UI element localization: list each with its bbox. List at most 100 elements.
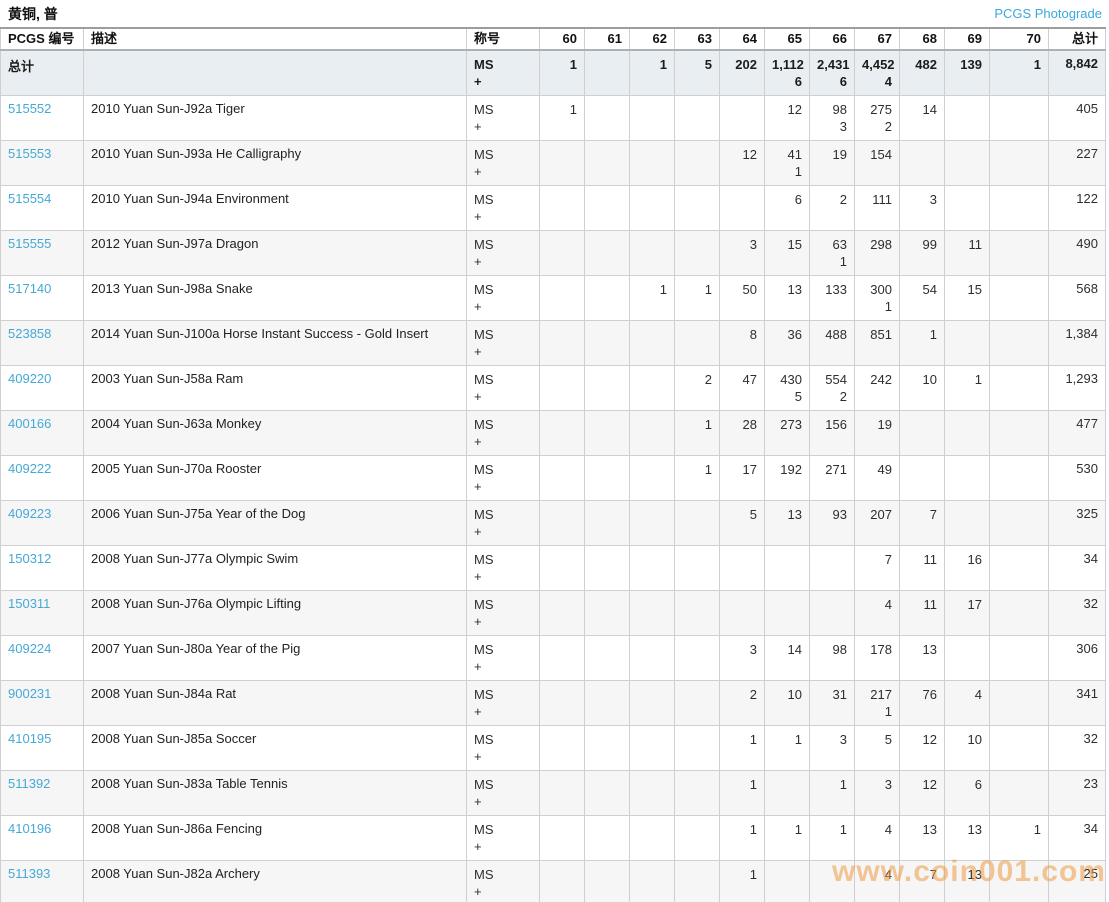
grade-ms-count — [592, 191, 622, 208]
grade-ms-count: 63 — [832, 237, 847, 252]
grade-plus-count — [727, 118, 757, 135]
grade-cell — [539, 770, 585, 816]
grade-plus-count — [682, 748, 712, 765]
grade-ms-count — [592, 101, 622, 118]
pcgs-id-link[interactable]: 511392 — [8, 776, 50, 791]
column-header-13: 70 — [989, 27, 1049, 51]
pcgs-id-link[interactable]: 515552 — [8, 101, 51, 116]
pcgs-id-link[interactable]: 400166 — [8, 416, 51, 431]
row-total-cell: 341 — [1048, 680, 1106, 726]
pcgs-id-link[interactable]: 409220 — [8, 371, 51, 386]
grade-ms-count — [547, 191, 577, 208]
grade-ms-count — [682, 191, 712, 208]
grade-cell: 271 — [809, 455, 855, 501]
grade-plus-count — [727, 568, 757, 585]
grade-cell — [629, 815, 675, 861]
pcgs-id-link[interactable]: 511393 — [8, 866, 50, 881]
pcgs-id-link[interactable]: 150312 — [8, 551, 51, 566]
grade-cell — [989, 230, 1049, 276]
photograde-link[interactable]: PCGS Photograde — [994, 6, 1102, 21]
grade-cell — [989, 635, 1049, 681]
grade-ms-count — [997, 551, 1041, 568]
grade-cell — [674, 680, 720, 726]
table-row: 409220 2003 Yuan Sun-J58a Ram MS +2 47 430 5 55… — [0, 365, 1106, 411]
grade-plus-count — [592, 433, 622, 450]
grade-ms-count: 4 — [884, 867, 892, 882]
grade-plus-count — [637, 703, 667, 720]
column-header-7: 64 — [719, 27, 765, 51]
grade-ms-count — [907, 146, 937, 163]
row-total-cell: 32 — [1048, 725, 1106, 771]
grade-ms-count: 554 — [825, 372, 847, 387]
designation-ms: MS — [474, 102, 494, 117]
grade-ms-count: 202 — [735, 57, 757, 72]
designation-plus: + — [474, 794, 482, 809]
grade-ms-count: 1 — [704, 282, 712, 297]
pcgs-id-link[interactable]: 515555 — [8, 236, 51, 251]
pcgs-id-link[interactable]: 409222 — [8, 461, 51, 476]
designation-ms: MS — [474, 732, 494, 747]
grade-plus-count — [727, 883, 757, 900]
grade-plus-count — [547, 568, 577, 585]
grade-plus-count — [952, 253, 982, 270]
grade-cell — [629, 500, 675, 546]
grade-cell — [539, 815, 585, 861]
grade-ms-count: 1 — [929, 327, 937, 342]
grade-cell: 851 — [854, 320, 900, 366]
grade-plus-count — [727, 433, 757, 450]
grade-cell: 14 — [899, 95, 945, 141]
grade-ms-count — [727, 596, 757, 613]
designation-ms: MS — [474, 822, 494, 837]
pcgs-id-link[interactable]: 150311 — [8, 596, 50, 611]
grade-plus-count — [682, 73, 712, 90]
grade-plus-count — [772, 253, 802, 270]
designation-plus: + — [474, 524, 482, 539]
grade-plus-count — [817, 433, 847, 450]
pcgs-id-link[interactable]: 900231 — [8, 686, 51, 701]
grade-ms-count — [547, 596, 577, 613]
pcgs-id-link[interactable]: 410195 — [8, 731, 51, 746]
grade-ms-count: 1 — [749, 822, 757, 837]
grade-cell: 242 — [854, 365, 900, 411]
pcgs-id-link[interactable]: 410196 — [8, 821, 51, 836]
grade-plus-count — [547, 253, 577, 270]
designation-plus: + — [474, 884, 482, 899]
grade-plus-count — [907, 118, 937, 135]
grade-cell: 1 — [989, 815, 1049, 861]
grade-cell — [674, 545, 720, 591]
grade-plus-count — [637, 658, 667, 675]
grade-ms-count — [592, 551, 622, 568]
grade-ms-count — [637, 191, 667, 208]
row-total-cell: 325 — [1048, 500, 1106, 546]
pcgs-id-link[interactable]: 409223 — [8, 506, 51, 521]
pcgs-id-link[interactable]: 517140 — [8, 281, 51, 296]
grade-cell: 1 — [629, 275, 675, 321]
grade-ms-count: 2 — [839, 192, 847, 207]
grade-cell — [584, 455, 630, 501]
grade-cell — [629, 365, 675, 411]
pcgs-id-link[interactable]: 523858 — [8, 326, 51, 341]
pcgs-id-link[interactable]: 515554 — [8, 191, 51, 206]
pcgs-id-link[interactable]: 409224 — [8, 641, 51, 656]
grade-cell: 13 — [944, 860, 990, 902]
grade-cell — [674, 860, 720, 902]
grade-plus-count — [592, 883, 622, 900]
grade-cell: 13 — [899, 635, 945, 681]
designation-plus: + — [474, 299, 482, 314]
grade-plus-count — [907, 163, 937, 180]
grade-ms-count: 154 — [870, 147, 892, 162]
grade-plus-count — [907, 433, 937, 450]
grade-ms-count — [592, 731, 622, 748]
pcgs-id-link[interactable]: 515553 — [8, 146, 51, 161]
grade-ms-count: 12 — [922, 732, 937, 747]
column-header-11: 68 — [899, 27, 945, 51]
grade-ms-count: 4 — [884, 597, 892, 612]
grade-ms-count: 3 — [839, 732, 847, 747]
grade-cell — [584, 230, 630, 276]
grade-plus-count — [952, 883, 982, 900]
grade-ms-count — [547, 236, 577, 253]
grade-plus-count — [907, 388, 937, 405]
grade-plus-count — [907, 208, 937, 225]
grade-plus-count — [772, 298, 802, 315]
grade-plus-count — [817, 208, 847, 225]
